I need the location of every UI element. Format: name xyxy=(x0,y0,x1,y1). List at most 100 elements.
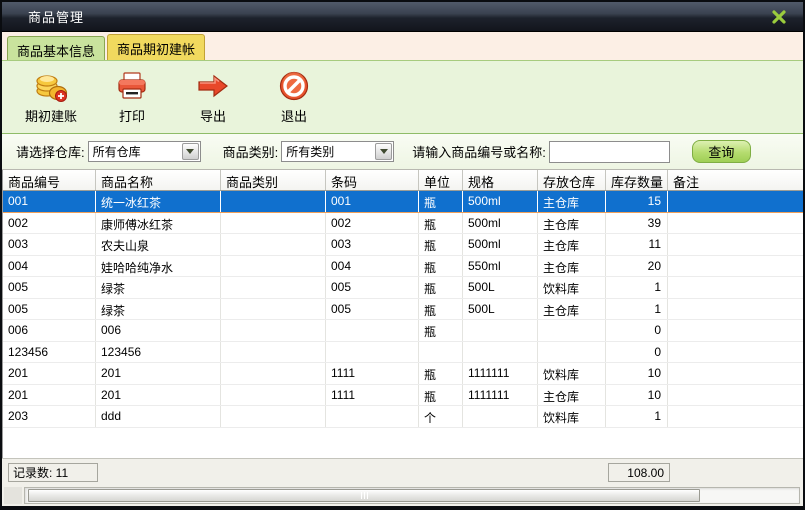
table-row[interactable]: 006006瓶0 xyxy=(3,320,803,342)
table-cell: 瓶 xyxy=(419,277,463,298)
table-row[interactable]: 003农夫山泉003瓶500ml主仓库11 xyxy=(3,234,803,256)
warehouse-label: 请选择仓库: xyxy=(16,142,85,161)
coins-plus-icon xyxy=(34,69,68,103)
table-cell xyxy=(221,406,326,427)
table-cell: 1 xyxy=(606,299,668,320)
table-cell: 1111 xyxy=(326,363,419,384)
initial-setup-button[interactable]: 期初建账 xyxy=(15,66,87,128)
table-cell: 004 xyxy=(326,256,419,277)
printer-icon xyxy=(115,69,149,103)
table-cell xyxy=(668,363,803,384)
table-cell xyxy=(326,406,419,427)
table-cell: 005 xyxy=(3,277,96,298)
table-cell xyxy=(221,213,326,234)
table-cell: 饮料库 xyxy=(538,363,606,384)
table-cell: 006 xyxy=(96,320,221,341)
table-cell: 002 xyxy=(3,213,96,234)
table-cell: 瓶 xyxy=(419,234,463,255)
column-header[interactable]: 库存数量 xyxy=(606,170,668,190)
column-header[interactable]: 规格 xyxy=(463,170,538,190)
table-cell xyxy=(668,256,803,277)
table-cell: 主仓库 xyxy=(538,213,606,234)
table-cell: 003 xyxy=(3,234,96,255)
category-select[interactable]: 所有类别 xyxy=(281,141,394,162)
tab-product-initial-setup[interactable]: 商品期初建帐 xyxy=(107,34,205,60)
scrollbar-track[interactable] xyxy=(24,487,800,504)
table-row[interactable]: 203ddd个饮料库1 xyxy=(3,406,803,428)
table-cell: 001 xyxy=(3,191,96,212)
table-row[interactable]: 005绿茶005瓶500L饮料库1 xyxy=(3,277,803,299)
table-row[interactable]: 2012011111瓶1111111主仓库10 xyxy=(3,385,803,407)
window-title: 商品管理 xyxy=(28,7,84,26)
search-input[interactable] xyxy=(549,141,670,163)
scrollbar-thumb[interactable] xyxy=(28,489,700,502)
table-cell: 123456 xyxy=(3,342,96,363)
table-cell: 005 xyxy=(326,277,419,298)
toolbar-button-label: 期初建账 xyxy=(25,106,77,125)
export-arrow-icon xyxy=(196,69,230,103)
query-button[interactable]: 查询 xyxy=(692,140,751,163)
table-cell: 主仓库 xyxy=(538,385,606,406)
table-cell xyxy=(668,213,803,234)
table-cell xyxy=(668,342,803,363)
table-cell: 005 xyxy=(3,299,96,320)
table-cell: 主仓库 xyxy=(538,299,606,320)
table-cell: 10 xyxy=(606,385,668,406)
table-cell xyxy=(668,406,803,427)
exit-button[interactable]: 退出 xyxy=(258,66,330,128)
table-cell xyxy=(668,299,803,320)
table-cell: 20 xyxy=(606,256,668,277)
table-cell: 005 xyxy=(326,299,419,320)
grip-icon xyxy=(364,492,365,499)
close-icon[interactable] xyxy=(771,9,787,25)
table-cell xyxy=(221,191,326,212)
table-cell: 瓶 xyxy=(419,213,463,234)
table-row[interactable]: 005绿茶005瓶500L主仓库1 xyxy=(3,299,803,321)
chevron-down-icon[interactable] xyxy=(182,143,199,160)
table-cell: ddd xyxy=(96,406,221,427)
table-cell xyxy=(221,320,326,341)
table-cell xyxy=(221,299,326,320)
table-row[interactable]: 004娃哈哈纯净水004瓶550ml主仓库20 xyxy=(3,256,803,278)
column-header[interactable]: 存放仓库 xyxy=(538,170,606,190)
table-row[interactable]: 002康师傅冰红茶002瓶500ml主仓库39 xyxy=(3,213,803,235)
table-cell: 001 xyxy=(326,191,419,212)
print-button[interactable]: 打印 xyxy=(96,66,168,128)
table-cell xyxy=(326,320,419,341)
table-cell: 饮料库 xyxy=(538,406,606,427)
table-cell: 006 xyxy=(3,320,96,341)
column-header[interactable]: 条码 xyxy=(326,170,419,190)
table-cell: 1111111 xyxy=(463,385,538,406)
table-row[interactable]: 123456123456 0 xyxy=(3,342,803,364)
column-header[interactable]: 商品类别 xyxy=(221,170,326,190)
table-cell xyxy=(419,342,463,363)
toolbar-button-label: 打印 xyxy=(119,106,145,125)
table-cell: 500ml xyxy=(463,213,538,234)
table-row[interactable]: 2012011111瓶1111111饮料库10 xyxy=(3,363,803,385)
product-grid: 商品编号商品名称商品类别条码单位规格存放仓库库存数量备注 001统一冰红茶001… xyxy=(2,170,803,458)
table-cell xyxy=(668,320,803,341)
warehouse-selected-value: 所有仓库 xyxy=(89,143,141,160)
table-cell xyxy=(668,191,803,212)
filter-bar: 请选择仓库: 所有仓库 商品类别: 所有类别 请输入商品编号或名称: 查询 xyxy=(2,134,803,170)
column-header[interactable]: 单位 xyxy=(419,170,463,190)
table-cell: 瓶 xyxy=(419,299,463,320)
table-cell: 203 xyxy=(3,406,96,427)
table-cell xyxy=(668,277,803,298)
table-row[interactable]: 001统一冰红茶001瓶500ml主仓库15 xyxy=(3,191,803,213)
table-cell: 123456 xyxy=(96,342,221,363)
search-label: 请输入商品编号或名称: xyxy=(412,142,546,161)
column-header[interactable]: 商品编号 xyxy=(3,170,96,190)
total-value-text: 108.00 xyxy=(627,466,664,480)
table-cell: 201 xyxy=(3,385,96,406)
export-button[interactable]: 导出 xyxy=(177,66,249,128)
column-header[interactable]: 商品名称 xyxy=(96,170,221,190)
chevron-down-icon[interactable] xyxy=(375,143,392,160)
warehouse-select[interactable]: 所有仓库 xyxy=(88,141,201,162)
table-cell: 1111111 xyxy=(463,363,538,384)
column-header[interactable]: 备注 xyxy=(668,170,803,190)
tab-product-basic-info[interactable]: 商品基本信息 xyxy=(7,36,105,60)
table-cell xyxy=(221,234,326,255)
table-cell: 0 xyxy=(606,342,668,363)
table-cell xyxy=(668,234,803,255)
